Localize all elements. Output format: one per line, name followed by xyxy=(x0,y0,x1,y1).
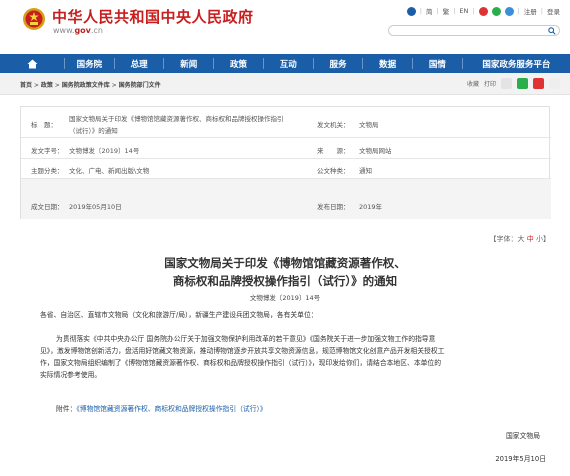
article-signer: 国家文物局 xyxy=(506,432,540,440)
breadcrumb: 首页 > 政策 > 国务院政策文件库 > 国务院部门文件 xyxy=(20,82,161,89)
page-tools: 收藏 打印 xyxy=(467,78,560,89)
font-size-mid[interactable]: 中 xyxy=(527,235,534,243)
wechat-icon[interactable] xyxy=(491,6,501,16)
attachment-label: 附件： xyxy=(56,405,77,413)
site-title[interactable]: 中华人民共和国中央人民政府 xyxy=(52,6,254,27)
article-attachment: 附件：《博物馆馆藏资源著作权、商标权和品牌授权操作指引（试行）》 xyxy=(56,403,267,416)
font-size-big[interactable]: 大 xyxy=(518,235,525,243)
article-body-line4: 实际情况参考使用。 xyxy=(40,371,102,379)
title-value-line1: 国家文物局关于印发《博物馆馆藏资源著作权、商标权和品牌授权操作指引 xyxy=(69,115,284,123)
issuer-value: 文物局 xyxy=(359,121,379,129)
nav-item-2[interactable]: 新闻 xyxy=(164,58,213,70)
article-title-line1: 国家文物局关于印发《博物馆馆藏资源著作权、 xyxy=(164,256,406,270)
nav-item-5[interactable]: 服务 xyxy=(314,58,363,70)
weibo-share-icon[interactable] xyxy=(533,78,544,89)
type-label: 公文种类： xyxy=(317,167,350,175)
date-label: 成文日期： xyxy=(31,203,64,211)
nav-item-8[interactable]: 国家政务服务平台 xyxy=(463,58,570,70)
crumb-dept[interactable]: 国务院部门文件 xyxy=(119,82,161,89)
link-simplified[interactable]: 简 xyxy=(426,6,433,16)
article-body-line3: 作，国家文物局组织编制了《博物馆馆藏资源著作权、商标权和品牌授权操作指引（试行）… xyxy=(40,359,442,367)
main-nav: 国务院 总理 新闻 政策 互动 服务 数据 国情 国家政务服务平台 xyxy=(0,54,570,73)
title-label: 标 题： xyxy=(31,121,57,129)
crumb-library[interactable]: 国务院政策文件库 xyxy=(62,82,110,89)
info-row-date: 成文日期： 2019年05月10日 发布日期： 2019年 xyxy=(21,179,551,219)
link-icon[interactable] xyxy=(501,78,512,89)
title-value-line2: （试行）》的通知 xyxy=(69,127,118,135)
site-url: www.gov.cn xyxy=(53,26,103,35)
article-sign-date: 2019年5月10日 xyxy=(495,455,546,463)
info-row-title: 标 题： 国家文物局关于印发《博物馆馆藏资源著作权、商标权和品牌授权操作指引 （… xyxy=(21,107,551,138)
article-body-line1: 为贯彻落实《中共中央办公厅 国务院办公厅关于加强文物保护利用改革的若干意见》《国… xyxy=(56,335,436,343)
home-icon xyxy=(27,59,37,68)
wechat-share-icon[interactable] xyxy=(517,78,528,89)
site-header: 中华人民共和国中央人民政府 www.gov.cn | 简 | 繁 | EN | … xyxy=(0,0,570,54)
issuer-label: 发文机关： xyxy=(317,121,350,129)
link-register[interactable]: 注册 xyxy=(524,6,537,16)
nav-item-1[interactable]: 总理 xyxy=(115,58,164,70)
national-emblem-icon xyxy=(23,8,45,30)
docno-value: 文物博发〔2019〕14号 xyxy=(69,147,140,155)
topic-label: 主题分类： xyxy=(31,167,64,175)
plus-icon[interactable] xyxy=(549,78,560,89)
info-row-topic: 主题分类： 文化、广电、新闻出版\文物 公文种类： 通知 xyxy=(21,159,551,179)
nav-item-4[interactable]: 互动 xyxy=(264,58,313,70)
pub-label: 发布日期： xyxy=(317,203,350,211)
docno-label: 发文字号： xyxy=(31,147,64,155)
doc-info-table: 标 题： 国家文物局关于印发《博物馆馆藏资源著作权、商标权和品牌授权操作指引 （… xyxy=(20,106,551,219)
mobile-icon[interactable] xyxy=(504,6,514,16)
crumb-home[interactable]: 首页 xyxy=(20,82,32,89)
person-icon[interactable] xyxy=(406,6,416,16)
font-size-small[interactable]: 小 xyxy=(536,235,543,243)
favorite-button[interactable]: 收藏 xyxy=(467,79,479,88)
article-recipients: 各省、自治区、直辖市文物局（文化和旅游厅/局），新疆生产建设兵团文物局，各有关单… xyxy=(40,311,318,319)
nav-home[interactable] xyxy=(0,59,64,69)
nav-item-7[interactable]: 国情 xyxy=(413,58,462,70)
nav-item-3[interactable]: 政策 xyxy=(214,58,263,70)
nav-item-6[interactable]: 数据 xyxy=(363,58,412,70)
article-doc-number: 文物博发〔2019〕14号 xyxy=(249,294,321,302)
article-title-line2: 商标权和品牌授权操作指引（试行）》的通知 xyxy=(172,274,398,288)
search-input[interactable] xyxy=(388,25,560,36)
type-value: 通知 xyxy=(359,167,372,175)
top-links: | 简 | 繁 | EN | | 注册 | 登录 xyxy=(406,6,560,16)
attachment-link[interactable]: 《博物馆馆藏资源著作权、商标权和品牌授权操作指引（试行）》 xyxy=(76,405,266,413)
font-size-switcher: 【字体：大 中 小】 xyxy=(489,235,550,243)
topic-value: 文化、广电、新闻出版\文物 xyxy=(69,167,150,175)
pub-value: 2019年 xyxy=(359,203,383,211)
link-login[interactable]: 登录 xyxy=(547,6,560,16)
search-icon[interactable] xyxy=(548,27,556,35)
info-row-docno: 发文字号： 文物博发〔2019〕14号 来 源： 文物局网站 xyxy=(21,138,551,159)
source-label: 来 源： xyxy=(317,147,350,155)
breadcrumb-bar: 首页 > 政策 > 国务院政策文件库 > 国务院部门文件 收藏 打印 xyxy=(0,73,570,95)
nav-item-0[interactable]: 国务院 xyxy=(65,58,114,70)
print-button[interactable]: 打印 xyxy=(484,79,496,88)
link-english[interactable]: EN xyxy=(459,7,468,15)
date-value: 2019年05月10日 xyxy=(69,203,122,211)
article-body-line2: 见》，激发博物馆创新活力，盘活用好馆藏文物资源，推动博物馆逐步开放共享文物资源信… xyxy=(40,347,445,355)
source-value: 文物局网站 xyxy=(359,147,392,155)
weibo-icon[interactable] xyxy=(478,6,488,16)
link-traditional[interactable]: 繁 xyxy=(443,6,450,16)
crumb-policies[interactable]: 政策 xyxy=(41,82,53,89)
